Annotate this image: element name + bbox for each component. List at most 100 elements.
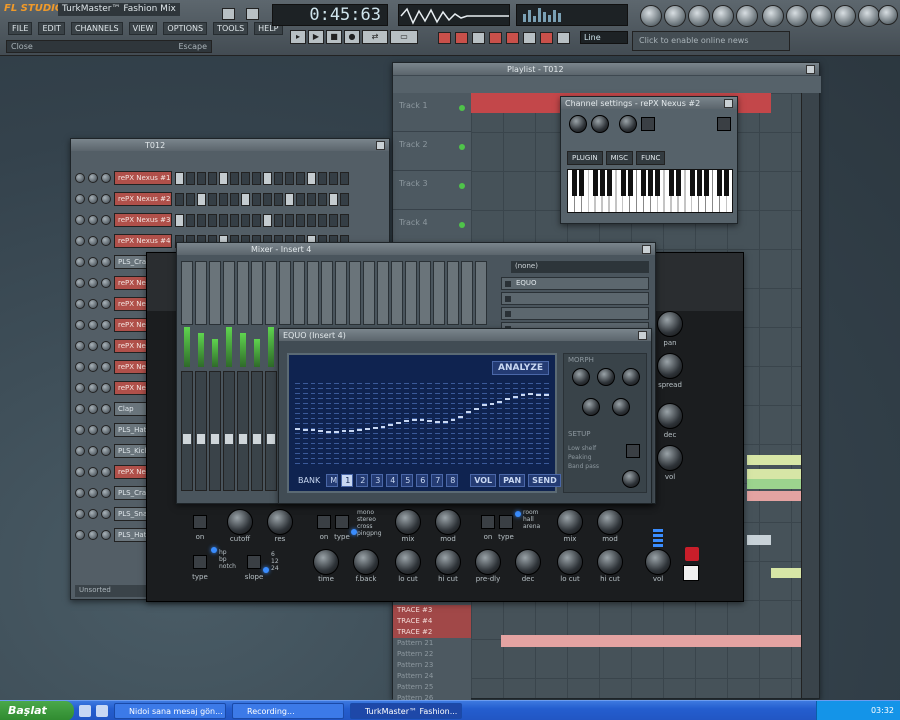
eq-band[interactable] [528,383,534,465]
mixer-insert-label[interactable] [335,261,347,325]
step-edit-button[interactable] [472,32,485,44]
song-title[interactable]: TurkMaster™ Fashion Mix [58,3,180,16]
eq-band[interactable] [380,383,386,465]
pan-knob[interactable] [88,404,98,414]
volume-fader[interactable] [223,371,235,491]
eq-band-handle[interactable] [466,410,471,413]
close-icon[interactable] [806,64,815,74]
volume-knob[interactable] [101,257,111,267]
eq-band-handle[interactable] [512,396,518,399]
black-key[interactable] [600,170,605,196]
reverb-mix-knob[interactable] [557,509,583,535]
eq-band[interactable] [512,383,518,465]
analyze-button[interactable]: ANALYZE [492,361,549,375]
cutoff-knob[interactable] [227,509,253,535]
track-header[interactable]: Pattern 23 [393,660,471,671]
bank-3-button[interactable]: 3 [371,474,384,487]
delay-mode-option[interactable]: mono [357,509,382,516]
eq-band[interactable] [481,383,487,465]
eq-band[interactable] [450,383,456,465]
volume-knob[interactable] [101,530,111,540]
playlist-titlebar[interactable]: Playlist - T012 [393,63,819,75]
mixer-insert-label[interactable] [195,261,207,325]
pattern-block[interactable] [501,635,803,647]
step-button[interactable] [241,213,250,227]
black-key[interactable] [669,170,674,196]
morph-knob[interactable] [597,368,615,386]
pattern-block[interactable] [747,479,803,489]
step-button[interactable] [274,192,283,206]
volume-knob[interactable] [101,173,111,183]
mixer-titlebar[interactable]: Mixer - Insert 4 [177,243,655,255]
step-button[interactable] [252,192,261,206]
slope-option[interactable]: 6 [271,551,279,558]
eq-band[interactable] [388,383,394,465]
preset-button[interactable] [717,117,731,131]
track-header[interactable]: Track 3 [393,171,471,210]
mute-toggle[interactable] [75,320,85,330]
step-button[interactable] [230,192,239,206]
morph-knob[interactable] [582,398,600,416]
track-header[interactable]: Track 1 [393,93,471,132]
volume-knob[interactable] [101,341,111,351]
snap-button[interactable] [438,32,451,44]
bank-8-button[interactable]: 8 [446,474,459,487]
volume-knob[interactable] [101,488,111,498]
eq-band-sliders[interactable] [295,383,549,465]
eq-band-handle[interactable] [505,397,510,400]
eq-band-handle[interactable] [396,422,401,425]
decay-knob[interactable] [657,403,683,429]
mixer-insert-label[interactable] [279,261,291,325]
typing-keyboard-button[interactable] [455,32,468,44]
eq-band-handle[interactable] [481,404,487,407]
volume-knob[interactable] [101,404,111,414]
eq-band[interactable] [403,383,409,465]
pan-knob[interactable] [88,488,98,498]
plugin-picker-icon[interactable] [762,5,784,27]
close-icon[interactable] [724,98,733,108]
menu-file[interactable]: FILE [8,22,33,35]
step-button[interactable] [274,213,283,227]
volume-fader[interactable] [209,371,221,491]
eq-band-handle[interactable] [528,392,534,395]
volume-knob[interactable] [101,236,111,246]
reverb-decay-knob[interactable] [515,549,541,575]
menu-edit[interactable]: EDIT [38,22,65,35]
mute-toggle[interactable] [75,236,85,246]
mute-toggle[interactable] [75,509,85,519]
black-key[interactable] [572,170,578,196]
eq-band[interactable] [442,383,448,465]
step-button[interactable] [274,171,283,185]
mute-toggle[interactable] [75,341,85,351]
mute-toggle[interactable] [75,194,85,204]
mixer-insert-label[interactable] [377,261,389,325]
master-volume-slider[interactable] [222,8,235,20]
step-button[interactable] [296,171,305,185]
pan-knob[interactable] [88,236,98,246]
pan-knob[interactable] [88,341,98,351]
mute-toggle[interactable] [75,362,85,372]
pattern-block[interactable] [771,568,803,578]
undo-icon[interactable] [858,5,880,27]
reverb-locut-knob[interactable] [557,549,583,575]
metronome-button[interactable] [506,32,519,44]
delay-type-button[interactable] [335,515,349,529]
eq-band[interactable] [365,383,370,465]
snap-display[interactable]: Line [580,31,628,44]
pan-knob[interactable] [88,467,98,477]
mute-toggle[interactable] [75,404,85,414]
reverb-mode-options[interactable]: room hall arena [523,509,540,530]
eq-band-handle[interactable] [427,419,433,422]
slope-options[interactable]: 6 12 24 [271,551,279,572]
eq-band-handle[interactable] [544,394,549,397]
pan-knob[interactable] [88,299,98,309]
volume-knob[interactable] [101,299,111,309]
eq-band[interactable] [295,383,300,465]
slope-option[interactable]: 12 [271,558,279,565]
mute-toggle[interactable] [75,425,85,435]
equo-titlebar[interactable]: EQUO (Insert 4) [279,329,651,341]
step-button[interactable] [296,192,305,206]
delay-mode-option[interactable]: pingpng [357,530,382,537]
black-key[interactable] [579,170,585,196]
step-button[interactable] [175,192,184,206]
